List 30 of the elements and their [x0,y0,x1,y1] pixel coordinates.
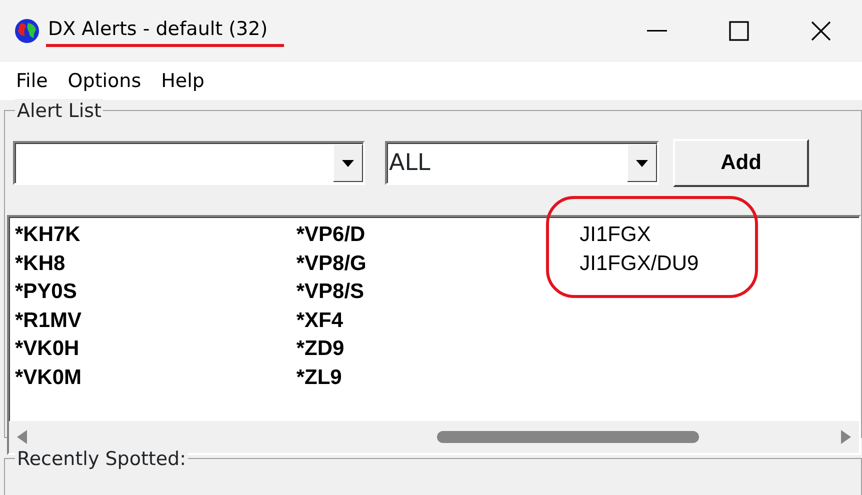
add-button[interactable]: Add [673,139,809,187]
list-item[interactable]: *PY0S [15,278,296,306]
list-item[interactable]: JI1FGX [578,221,859,250]
list-item[interactable]: *VK0H [15,335,296,364]
maximize-icon [729,21,749,41]
menu-item[interactable]: Help [151,66,214,96]
list-item[interactable]: *ZL9 [296,364,578,392]
dropdown-field[interactable] [13,141,365,185]
minimize-icon [647,30,667,32]
scroll-right-icon[interactable] [841,430,851,444]
list-item[interactable]: *XF4 [296,306,578,335]
list-item[interactable]: *VP6/D [296,221,578,250]
menu-item[interactable]: Options [58,66,152,96]
list-item[interactable]: *KH8 [15,250,296,278]
list-item[interactable]: *VP8/G [296,250,578,278]
globe-icon [14,18,40,44]
list-item[interactable]: *R1MV [15,306,296,335]
list-item[interactable]: JI1FGX/DU9 [578,250,859,278]
caret-icon [342,160,354,166]
caret-icon [636,160,648,166]
menu-item[interactable]: File [6,66,58,96]
scroll-left-icon[interactable] [17,430,27,444]
close-icon [811,21,831,41]
list-item[interactable]: *KH7K [15,221,296,250]
scrollbar-thumb[interactable] [437,431,699,443]
window-title: DX Alerts - default (32) [48,18,268,40]
dropdown-field[interactable]: ALL [385,141,659,185]
list-item[interactable]: *VP8/S [296,278,578,306]
list-item[interactable]: *ZD9 [296,335,578,364]
list-item[interactable]: *VK0M [15,364,296,392]
